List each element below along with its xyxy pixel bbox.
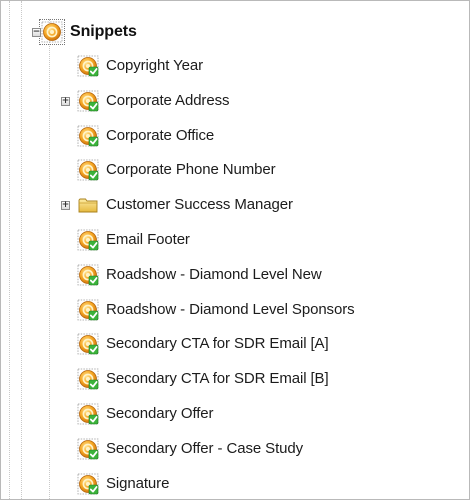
snippet-approved-icon xyxy=(77,473,99,495)
tree-item[interactable]: Secondary CTA for SDR Email [B] xyxy=(77,365,329,393)
tree-item[interactable]: Email Footer xyxy=(77,226,190,254)
tree-item-label: Email Footer xyxy=(106,231,190,248)
tree-item[interactable]: Secondary Offer xyxy=(77,400,214,428)
tree-item-label: Signature xyxy=(106,474,170,492)
snippet-folder-icon xyxy=(39,19,65,45)
tree-item-label: Secondary Offer - Case Study xyxy=(106,439,304,457)
tree-item[interactable]: Corporate Office xyxy=(77,122,214,150)
tree-item-label: Secondary Offer xyxy=(106,405,214,422)
expand-toggle[interactable]: + xyxy=(61,96,70,106)
tree-item-label: Roadshow - Diamond Level Sponsors xyxy=(106,300,355,318)
snippet-approved-icon xyxy=(77,229,99,251)
tree-item[interactable]: Secondary Offer - Case Study xyxy=(77,435,303,463)
tree-item[interactable]: Copyright Year xyxy=(77,52,203,80)
tree-item-label: Corporate Office xyxy=(106,126,215,144)
tree-item-label: Corporate Address xyxy=(106,91,230,109)
snippet-approved-icon xyxy=(77,403,99,425)
tree-item[interactable]: Corporate Phone Number xyxy=(77,156,276,184)
snippet-approved-icon xyxy=(77,438,99,460)
tree-item-label: Copyright Year xyxy=(106,57,204,74)
tree-root-label: Snippets xyxy=(70,23,137,40)
tree-guide-line xyxy=(9,1,10,499)
snippet-approved-icon xyxy=(77,368,99,390)
snippet-approved-icon xyxy=(77,55,99,77)
tree-item[interactable]: + Customer Success Manager xyxy=(61,191,293,219)
expand-toggle[interactable]: + xyxy=(61,201,70,211)
snippet-approved-icon xyxy=(77,159,99,181)
tree-item[interactable]: Signature xyxy=(77,470,169,498)
snippets-tree-panel: − Snippets Copyright Year + Corporate Addr… xyxy=(0,0,470,500)
tree-guide-line xyxy=(21,1,22,499)
tree-item-label: Secondary CTA for SDR Email [B] xyxy=(106,370,329,388)
tree-item-label: Roadshow - Diamond Level New xyxy=(106,265,322,283)
tree-item[interactable]: Roadshow - Diamond Level Sponsors xyxy=(77,296,355,324)
tree-item[interactable]: Secondary CTA for SDR Email [A] xyxy=(77,330,329,358)
tree-item[interactable]: Roadshow - Diamond Level New xyxy=(77,261,322,289)
snippet-approved-icon xyxy=(77,125,99,147)
folder-icon xyxy=(77,194,99,216)
snippet-approved-icon xyxy=(77,90,99,112)
tree-item-label: Corporate Phone Number xyxy=(106,161,276,179)
tree-root-snippets[interactable]: − Snippets xyxy=(32,18,137,46)
snippet-approved-icon xyxy=(77,333,99,355)
tree-item[interactable]: + Corporate Address xyxy=(61,87,230,115)
tree-item-label: Secondary CTA for SDR Email [A] xyxy=(106,335,329,353)
collapse-toggle[interactable]: − xyxy=(32,28,41,37)
snippet-approved-icon xyxy=(77,299,99,321)
tree-item-label: Customer Success Manager xyxy=(106,196,293,214)
snippet-approved-icon xyxy=(77,264,99,286)
tree-guide-line xyxy=(49,19,50,499)
